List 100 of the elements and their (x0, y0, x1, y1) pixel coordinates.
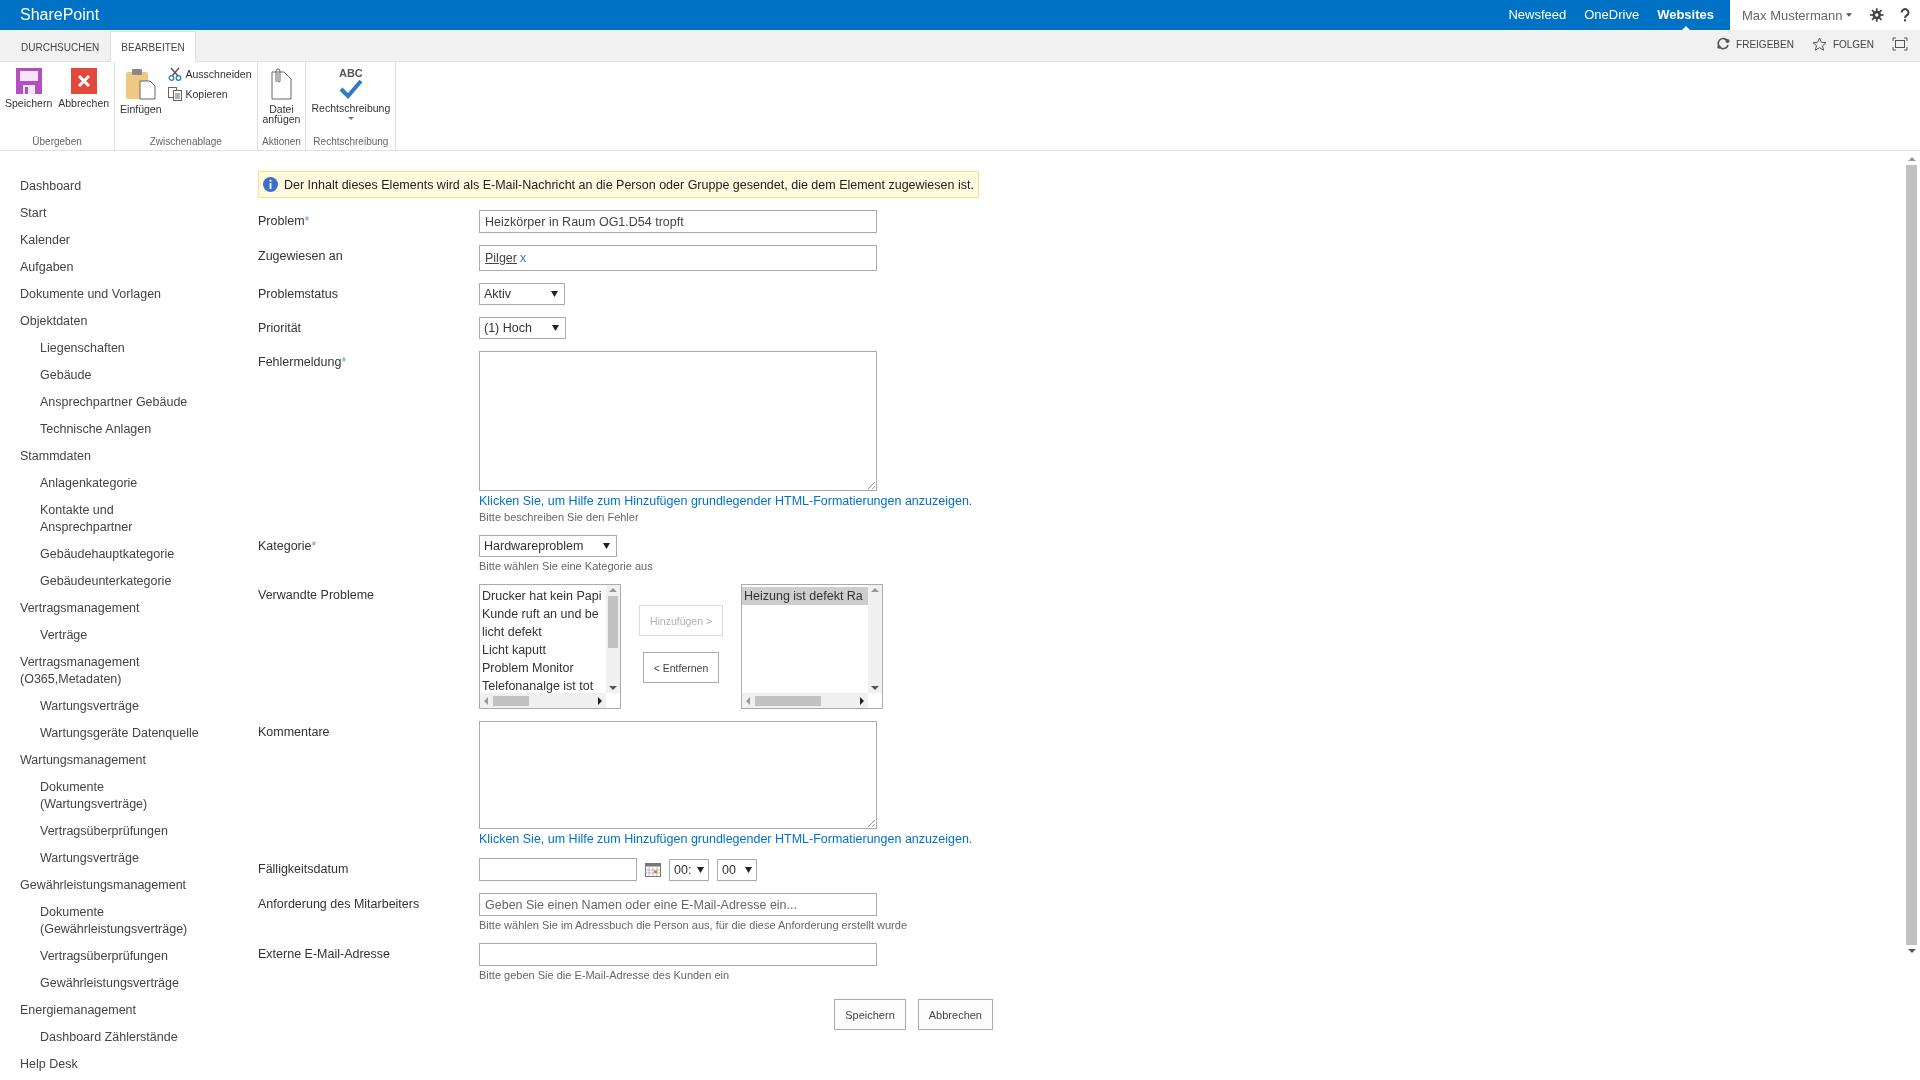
nav-link[interactable]: Start (20, 202, 245, 229)
text-field[interactable]: Geben Sie einen Namen oder eine E-Mail-Adresse ein... (479, 893, 877, 916)
close-icon (70, 68, 97, 95)
nav-link[interactable]: Vertragsüberprüfungen (20, 820, 245, 847)
nav-link[interactable]: Help Desk (20, 1053, 245, 1080)
scrollbar[interactable] (868, 585, 882, 693)
scrollbar[interactable] (742, 693, 868, 708)
scrollbar[interactable] (606, 585, 620, 693)
app-title[interactable]: SharePoint (20, 6, 100, 24)
suite-link[interactable]: Newsfeed (1508, 0, 1567, 30)
field-label: Problem* (258, 214, 310, 228)
nav-link[interactable]: Wartungsverträge (20, 695, 245, 722)
scrollbar[interactable] (480, 693, 606, 708)
text-field[interactable] (479, 943, 877, 966)
nav-link[interactable]: Technische Anlagen (20, 418, 245, 445)
nav-link[interactable]: Wartungsverträge (20, 847, 245, 874)
date-field[interactable] (479, 858, 637, 881)
settings-icon[interactable] (1870, 7, 1884, 23)
ribbon-action[interactable]: FOLGEN (1811, 37, 1874, 52)
dropdown[interactable]: Aktiv (479, 283, 565, 305)
ribbon-command[interactable]: Datei anfügen (260, 66, 303, 136)
form-button[interactable]: Speichern (834, 999, 906, 1030)
list-option[interactable]: Heizung ist defekt Ra (742, 587, 868, 605)
info-icon (263, 177, 278, 192)
field-label: Anforderung des Mitarbeiters (258, 897, 420, 911)
nav-link[interactable]: Vertragsüberprüfungen (20, 945, 245, 972)
nav-link[interactable]: Anlagenkategorie (20, 472, 245, 499)
nav-link[interactable]: Stammdaten (20, 445, 245, 472)
people-picker-field[interactable]: Pilger x (479, 245, 877, 271)
ribbon-command[interactable]: Speichern (3, 66, 55, 136)
nav-link[interactable]: Dashboard Zählerstände (20, 1026, 245, 1053)
nav-link[interactable]: Vertragsmanagement (20, 597, 245, 624)
list-option[interactable]: Kunde ruft an und be (480, 605, 606, 623)
ribbon-group-label: Rechtschreibung (312, 136, 390, 148)
nav-link[interactable]: Kalender (20, 229, 245, 256)
list-option[interactable]: Licht kaputt (480, 641, 606, 659)
nav-link[interactable]: Aufgaben (20, 256, 245, 283)
nav-link[interactable]: Dokumente und Vorlagen (20, 283, 245, 310)
scissors-icon (167, 67, 182, 82)
text-field[interactable]: Heizkörper in Raum OG1.D54 tropft (479, 210, 877, 233)
nav-link[interactable]: Liegenschaften (20, 337, 245, 364)
dropdown[interactable]: Hardwareproblem (479, 535, 618, 557)
nav-link[interactable]: Gebäude (20, 364, 245, 391)
caret-icon (1846, 13, 1853, 17)
hour-dropdown[interactable]: 00: (669, 858, 709, 881)
help-link[interactable]: Klicken Sie, um Hilfe zum Hinzufügen grundlegender HTML-Formatierungen anzuzeigen. (479, 494, 973, 508)
nav-link[interactable]: Gebäudeunterkategorie (20, 570, 245, 597)
field-label: Verwandte Probleme (258, 588, 375, 602)
caret-icon (551, 291, 558, 297)
share-icon (1716, 37, 1731, 52)
nav-link[interactable]: Kontakte und Ansprechpartner (20, 499, 245, 543)
caret-icon (745, 866, 752, 873)
nav-link[interactable]: Energiemanagement (20, 999, 245, 1026)
nav-link[interactable]: Verträge (20, 624, 245, 651)
list-option[interactable]: Telefonanalge ist tot (480, 677, 606, 693)
suite-link[interactable]: OneDrive (1584, 0, 1640, 30)
minute-dropdown[interactable]: 00 (717, 858, 757, 881)
nav-link[interactable]: Ansprechpartner Gebäude (20, 391, 245, 418)
resize-grip-icon[interactable] (867, 481, 875, 489)
help-icon[interactable] (1899, 7, 1910, 23)
ribbon-group-label: Aktionen (261, 136, 302, 148)
save-icon (15, 68, 42, 95)
ribbon-command[interactable]: Abbrechen (56, 66, 112, 136)
nav-link[interactable]: Dokumente (Wartungsverträge) (20, 776, 245, 820)
help-link[interactable]: Klicken Sie, um Hilfe zum Hinzufügen grundlegender HTML-Formatierungen anzuzeigen. (479, 832, 973, 846)
nav-link[interactable]: Dashboard (20, 175, 245, 202)
dropdown[interactable]: (1) Hoch (479, 317, 566, 339)
list-box[interactable]: Heizung ist defekt Ra (741, 584, 883, 709)
clipboard-icon (125, 68, 156, 101)
ribbon-tab[interactable]: DURCHSUCHEN (10, 31, 111, 62)
field-label: Externe E-Mail-Adresse (258, 947, 390, 961)
field-label: Fälligkeitsdatum (258, 862, 349, 876)
nav-link[interactable]: Vertragsmanagement (O365,Metadaten) (20, 651, 245, 695)
suite-link[interactable]: Websites (1657, 0, 1714, 30)
caret-icon (551, 325, 559, 331)
calendar-icon[interactable] (645, 862, 661, 877)
ribbon-command[interactable]: Ausschneiden (165, 66, 254, 83)
ribbon-tab[interactable]: BEARBEITEN (110, 31, 196, 63)
list-box[interactable]: Drucker hat kein Papi Kunde ruft an und be licht defekt Licht kaputt Problem Monitor Telefonanalge ist tot (479, 584, 621, 709)
ribbon-command[interactable]: ABC Rechtschreibung (309, 66, 393, 136)
nav-link[interactable]: Wartungsmanagement (20, 749, 245, 776)
focus-icon[interactable] (1892, 37, 1908, 52)
nav-link[interactable]: Objektdaten (20, 310, 245, 337)
form-button[interactable]: Abbrechen (917, 999, 993, 1030)
remove-button[interactable]: < Entfernen (642, 652, 720, 683)
resize-grip-icon[interactable] (867, 819, 875, 827)
nav-link[interactable]: Gewährleistungsmanagement (20, 874, 245, 901)
nav-link[interactable]: Gewährleistungsverträge (20, 972, 245, 999)
nav-link[interactable]: Gebäudehauptkategorie (20, 543, 245, 570)
ribbon-command[interactable]: Kopieren (165, 86, 254, 103)
list-option[interactable]: licht defekt (480, 623, 606, 641)
field-hint: Bitte wählen Sie eine Kategorie aus (479, 560, 653, 572)
list-option[interactable]: Problem Monitor (480, 659, 606, 677)
nav-link[interactable]: Dokumente (Gewährleistungsverträge) (20, 901, 245, 945)
text-area[interactable] (479, 721, 877, 829)
list-option[interactable]: Drucker hat kein Papi (480, 587, 606, 605)
ribbon-action[interactable]: FREIGEBEN (1716, 37, 1794, 52)
ribbon-command[interactable]: Einfügen (118, 66, 164, 136)
nav-link[interactable]: Wartungsgeräte Datenquelle (20, 722, 245, 749)
field-label: Zugewiesen an (258, 249, 343, 263)
